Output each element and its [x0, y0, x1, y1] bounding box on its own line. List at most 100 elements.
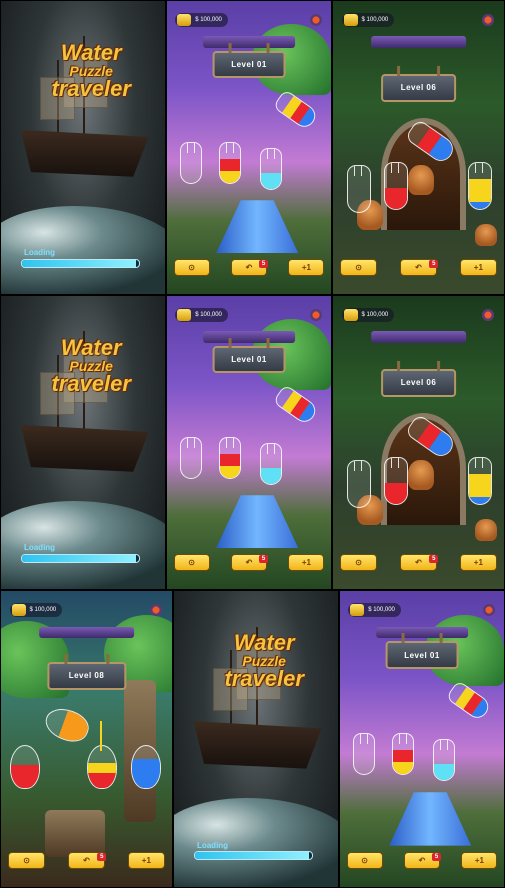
undo-button[interactable]: ↶ 5: [399, 258, 439, 277]
flask[interactable]: [468, 457, 493, 506]
logo-word-traveler: traveler: [224, 666, 304, 692]
liquid-red: [87, 773, 116, 788]
gear-icon[interactable]: [308, 12, 323, 27]
flask[interactable]: [86, 744, 117, 789]
undo-button[interactable]: ↶ 5: [230, 553, 269, 572]
pouring-flask[interactable]: [445, 679, 493, 722]
undo-button[interactable]: ↶ 5: [399, 553, 439, 572]
loading-screen-tile: Water Puzzle traveler Loading: [173, 590, 339, 888]
pouring-flask[interactable]: [41, 703, 94, 748]
level-title: Level 06: [400, 378, 437, 388]
ship-hull: [20, 129, 149, 177]
undo-count-badge: 5: [97, 852, 107, 861]
undo-count-badge: 5: [259, 554, 269, 563]
flask[interactable]: [384, 457, 409, 506]
gear-icon[interactable]: [481, 12, 496, 27]
level-banner-ribbon: [376, 626, 468, 639]
hint-button[interactable]: ⊙: [173, 553, 210, 572]
flask[interactable]: [260, 442, 283, 485]
pouring-flask[interactable]: [272, 383, 320, 426]
loading-fill: [21, 259, 136, 267]
flask[interactable]: [9, 744, 40, 789]
loading-label: Loading: [196, 841, 229, 850]
flask[interactable]: [180, 436, 203, 479]
liquid-red: [10, 764, 39, 788]
flask[interactable]: [346, 460, 371, 509]
liquid-blue: [131, 758, 160, 788]
flask[interactable]: [384, 162, 409, 211]
lightbulb-icon: ⊙: [355, 558, 362, 568]
liquid-red: [220, 158, 241, 171]
coin-counter: $ 100,000: [9, 602, 63, 617]
flask[interactable]: [260, 147, 283, 190]
flask[interactable]: [219, 141, 242, 184]
coin-stack-icon: [11, 603, 26, 616]
undo-arrow-icon: ↶: [245, 263, 253, 273]
add-tube-label: +1: [473, 263, 483, 273]
game-logo: Water Puzzle traveler: [29, 42, 153, 101]
chipmunk-character: [475, 518, 498, 541]
flask[interactable]: [353, 733, 376, 776]
flask[interactable]: [180, 141, 203, 184]
undo-count-badge: 5: [429, 259, 439, 268]
flask[interactable]: [392, 733, 415, 776]
flask[interactable]: [433, 739, 456, 781]
add-tube-button[interactable]: +1: [288, 258, 325, 277]
liquid-yellow: [220, 170, 241, 183]
level-banner-ribbon: [203, 36, 295, 48]
loading-bar: [20, 258, 141, 268]
flask[interactable]: [468, 162, 493, 211]
logo-word-water: Water: [60, 335, 122, 361]
pour-stream: [100, 721, 103, 751]
lightbulb-icon: ⊙: [23, 855, 30, 865]
coin-stack-icon: [350, 603, 365, 616]
coin-amount: $ 100,000: [361, 16, 389, 23]
coin-counter: $ 100,000: [348, 602, 401, 617]
river: [216, 200, 299, 253]
gear-icon[interactable]: [481, 602, 496, 617]
loading-screen-tile: Water Puzzle traveler Loading: [0, 0, 166, 295]
add-tube-button[interactable]: +1: [288, 553, 325, 572]
squirrel-character: [408, 165, 435, 196]
liquid-red: [220, 453, 241, 466]
liquid-blue: [469, 497, 492, 505]
hint-button[interactable]: ⊙: [339, 553, 378, 572]
ship-hull: [193, 721, 322, 769]
coin-stack-icon: [343, 308, 358, 321]
liquid-cyan: [261, 172, 282, 189]
undo-button[interactable]: ↶ 5: [230, 258, 269, 277]
gear-icon[interactable]: [149, 602, 164, 617]
gear-icon[interactable]: [481, 307, 496, 322]
squirrel-character: [408, 460, 435, 491]
lightbulb-icon: ⊙: [188, 263, 195, 273]
hint-button[interactable]: ⊙: [173, 258, 210, 277]
loading-bar: [193, 851, 314, 861]
undo-count-badge: 5: [432, 852, 442, 861]
coin-amount: $ 100,000: [368, 606, 395, 613]
hint-button[interactable]: ⊙: [339, 258, 378, 277]
liquid-orange: [58, 710, 92, 746]
loading-label: Loading: [23, 543, 56, 553]
liquid-yellow: [220, 465, 241, 478]
screenshot-grid: Water Puzzle traveler Loading $ 100,000 …: [0, 0, 505, 888]
add-tube-button[interactable]: +1: [127, 851, 166, 870]
game-logo: Water Puzzle traveler: [29, 335, 153, 396]
liquid-yellow: [393, 762, 414, 775]
undo-button[interactable]: ↶ 5: [67, 851, 107, 870]
gear-icon[interactable]: [308, 307, 323, 322]
liquid-cyan: [434, 764, 455, 780]
coin-stack-icon: [177, 308, 192, 321]
add-tube-button[interactable]: +1: [459, 258, 498, 277]
hint-button[interactable]: ⊙: [7, 851, 46, 870]
add-tube-button[interactable]: +1: [461, 851, 498, 870]
flask[interactable]: [130, 744, 161, 789]
add-tube-button[interactable]: +1: [459, 553, 498, 572]
hint-button[interactable]: ⊙: [346, 851, 383, 870]
undo-button[interactable]: ↶ 5: [403, 851, 442, 870]
coin-amount: $ 100,000: [29, 606, 57, 613]
flask[interactable]: [219, 436, 242, 479]
liquid-red: [393, 750, 414, 763]
flask[interactable]: [346, 165, 371, 214]
level-title: Level 06: [400, 83, 437, 93]
pouring-flask[interactable]: [272, 88, 320, 131]
